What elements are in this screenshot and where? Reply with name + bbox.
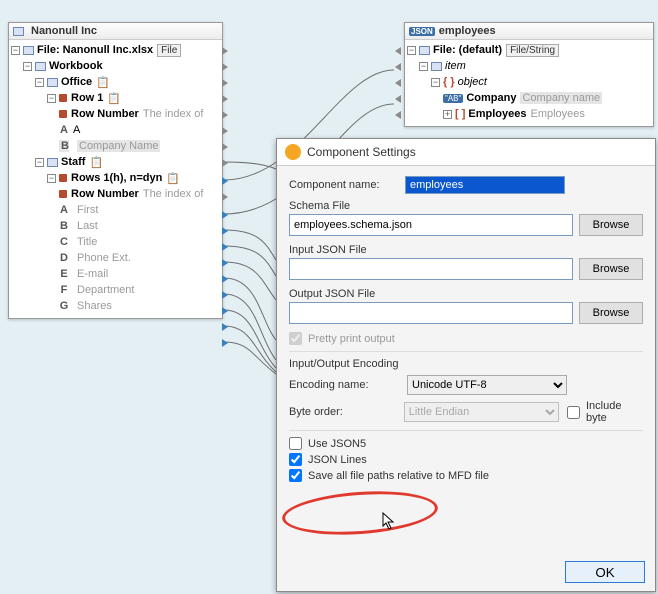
encoding-header: Input/Output Encoding [289,358,643,370]
schema-file-label: Schema File [289,200,643,212]
json-lines-label: JSON Lines [308,454,367,466]
row-icon [59,94,67,102]
dst-employees[interactable]: + [ ] Employees Employees [407,106,651,122]
collapse-icon[interactable]: − [11,46,20,55]
json-badge: JSON [409,27,435,36]
item-icon [431,62,442,71]
src-col-dept[interactable]: FDepartment [11,282,220,298]
include-byte-checkbox[interactable] [567,406,580,419]
output-json-label: Output JSON File [289,288,643,300]
output-json-browse-button[interactable]: Browse [579,302,643,324]
input-json-label: Input JSON File [289,244,643,256]
collapse-icon[interactable]: − [47,174,56,183]
src-col-title[interactable]: CTitle [11,234,220,250]
expand-icon[interactable]: + [443,110,452,119]
src-rows1h[interactable]: − Rows 1(h), n=dyn 📋 [11,170,220,186]
component-name-input[interactable] [405,176,565,194]
dst-company[interactable]: "AB" Company Company name [407,90,651,106]
dst-item[interactable]: − item [407,58,651,74]
json-lines-checkbox[interactable] [289,453,302,466]
gear-icon [285,144,301,160]
pretty-print-check: Pretty print output [289,332,643,345]
array-icon: [ ] [455,108,465,120]
sheet-icon [47,78,58,87]
collapse-icon[interactable]: − [419,62,428,71]
component-name-label: Component name: [289,179,399,191]
sheet-icon [47,158,58,167]
ok-button[interactable]: OK [565,561,645,583]
collapse-icon[interactable]: − [35,78,44,87]
src-staff[interactable]: − Staff 📋 [11,154,220,170]
src-col-a[interactable]: AA [11,122,220,138]
file-tag[interactable]: File [157,44,181,57]
src-col-last[interactable]: BLast [11,218,220,234]
target-tree: − File: (default) File/String − item − {… [405,40,653,126]
file-tag[interactable]: File/String [506,44,559,57]
schema-browse-button[interactable]: Browse [579,214,643,236]
target-title: employees [439,25,496,37]
target-title-bar[interactable]: JSON employees [405,23,653,40]
dst-file-node[interactable]: − File: (default) File/String [407,42,651,58]
encoding-name-label: Encoding name: [289,379,399,391]
src-rownumber[interactable]: Row Number The index of [11,106,220,122]
source-title-bar[interactable]: Nanonull Inc [9,23,222,40]
use-json5-checkbox[interactable] [289,437,302,450]
source-component: Nanonull Inc − File: Nanonull Inc.xlsx F… [8,22,223,319]
source-title: Nanonull Inc [31,25,97,37]
src-file-node[interactable]: − File: Nanonull Inc.xlsx File [11,42,220,58]
save-paths-label: Save all file paths relative to MFD file [308,470,489,482]
rownum-icon [59,190,67,198]
src-col-first[interactable]: AFirst [11,202,220,218]
src-col-phone[interactable]: DPhone Ext. [11,250,220,266]
save-paths-checkbox[interactable] [289,469,302,482]
dialog-title: Component Settings [307,145,416,159]
include-byte-label: Include byte [586,400,643,424]
src-col-email[interactable]: EE-mail [11,266,220,282]
src-col-shares[interactable]: GShares [11,298,220,314]
src-rownumber-2[interactable]: Row Number The index of [11,186,220,202]
target-component: JSON employees − File: (default) File/St… [404,22,654,127]
encoding-name-select[interactable]: Unicode UTF-8 [407,375,567,395]
source-tree: − File: Nanonull Inc.xlsx File − Workboo… [9,40,222,318]
collapse-icon[interactable]: − [47,94,56,103]
pretty-print-checkbox [289,332,302,345]
input-json-input[interactable] [289,258,573,280]
row-icon [59,174,67,182]
file-icon [23,46,34,55]
object-icon: { } [443,76,455,88]
collapse-icon[interactable]: − [35,158,44,167]
collapse-icon[interactable]: − [23,62,32,71]
rownum-icon [59,110,67,118]
schema-file-input[interactable] [289,214,573,236]
workbook-icon [35,62,46,71]
excel-icon [13,27,24,36]
src-office[interactable]: − Office 📋 [11,74,220,90]
byte-order-label: Byte order: [289,406,396,418]
component-settings-dialog: Component Settings Component name: Schem… [276,138,656,592]
dst-object[interactable]: − { } object [407,74,651,90]
output-json-input[interactable] [289,302,573,324]
file-icon [419,46,430,55]
src-col-b[interactable]: BCompany Name [11,138,220,154]
src-workbook[interactable]: − Workbook [11,58,220,74]
byte-order-select: Little Endian [404,402,559,422]
collapse-icon[interactable]: − [407,46,416,55]
src-row1[interactable]: − Row 1 📋 [11,90,220,106]
input-json-browse-button[interactable]: Browse [579,258,643,280]
collapse-icon[interactable]: − [431,78,440,87]
dialog-title-bar[interactable]: Component Settings [277,139,655,166]
use-json5-label: Use JSON5 [308,438,366,450]
string-icon: "AB" [443,94,463,103]
